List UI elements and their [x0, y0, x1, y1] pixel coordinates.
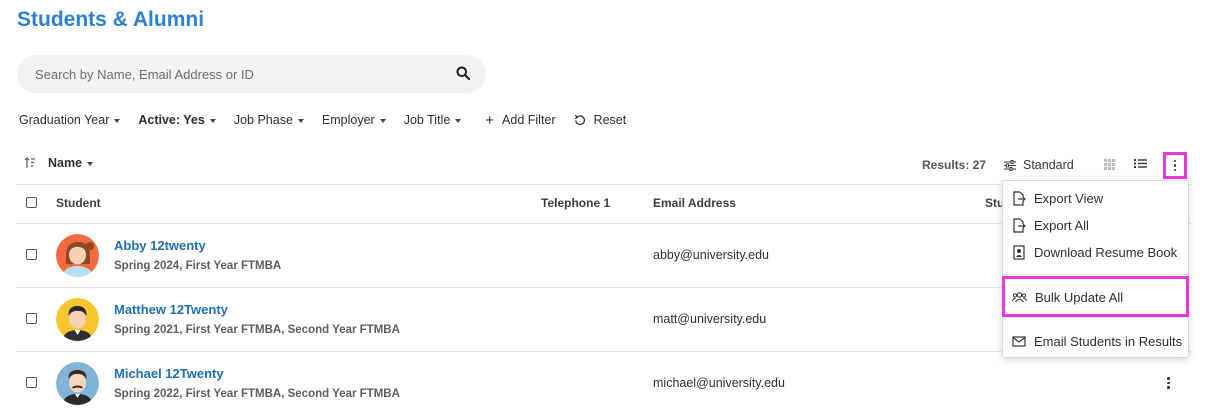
row-checkbox[interactable]: [26, 313, 37, 324]
view-standard-label: Standard: [1023, 158, 1074, 172]
sort-control[interactable]: Name: [24, 156, 94, 170]
reset-button[interactable]: Reset: [574, 113, 627, 127]
caret-down-icon: [297, 118, 304, 123]
envelope-icon: [1012, 336, 1026, 347]
filter-label: Graduation Year: [19, 113, 110, 127]
add-filter-button[interactable]: + Add Filter: [485, 112, 555, 129]
export-icon: [1013, 191, 1026, 206]
student-email: michael@university.edu: [653, 376, 785, 390]
add-filter-label: Add Filter: [502, 113, 556, 127]
menu-item-label: Export View: [1034, 191, 1104, 206]
filter-job-title[interactable]: Job Title: [404, 113, 462, 127]
grid-view-icon[interactable]: [1104, 159, 1115, 170]
highlight-box: [1002, 276, 1189, 317]
student-email: abby@university.edu: [653, 248, 769, 262]
menu-item-download-resume-book[interactable]: Download Resume Book: [1012, 245, 1177, 260]
filter-label: Job Title: [403, 113, 451, 127]
sort-icon[interactable]: [24, 157, 36, 169]
caret-down-icon: [87, 161, 94, 166]
row-more-options-button[interactable]: [1167, 376, 1170, 390]
caret-down-icon: [455, 118, 462, 123]
caret-down-icon: [379, 118, 386, 123]
filter-bar: Graduation Year Active: Yes Job Phase Em…: [19, 112, 627, 129]
plus-icon: +: [485, 111, 495, 129]
export-icon: [1013, 218, 1026, 233]
caret-down-icon: [114, 118, 121, 123]
page-title: Students & Alumni: [17, 8, 205, 31]
menu-item-export-all[interactable]: Export All: [1012, 218, 1089, 233]
more-options-button[interactable]: [1163, 152, 1187, 179]
sort-label: Name: [48, 156, 83, 170]
row-checkbox[interactable]: [26, 377, 37, 388]
reset-icon: [574, 114, 585, 126]
search-bar[interactable]: Search by Name, Email Address or ID: [17, 55, 486, 93]
student-email: matt@university.edu: [653, 312, 767, 326]
menu-item-export-view[interactable]: Export View: [1012, 191, 1103, 206]
menu-divider: [1003, 274, 1188, 275]
filter-label: Employer: [321, 113, 375, 127]
reset-label: Reset: [593, 113, 627, 127]
search-icon[interactable]: [456, 66, 470, 80]
view-standard-button[interactable]: Standard: [1004, 158, 1074, 172]
search-input[interactable]: Search by Name, Email Address or ID: [35, 67, 254, 82]
results-count: Results: 27: [922, 158, 987, 172]
sliders-icon: [1004, 159, 1016, 171]
filter-label: Active: Yes: [138, 113, 205, 127]
caret-down-icon: [209, 118, 216, 123]
column-telephone[interactable]: Telephone 1: [541, 196, 610, 210]
column-student[interactable]: Student: [56, 196, 101, 210]
menu-divider: [1003, 317, 1188, 318]
avatar: [56, 234, 99, 277]
avatar: [56, 362, 99, 405]
select-all-checkbox[interactable]: [26, 197, 37, 208]
filter-employer[interactable]: Employer: [322, 113, 386, 127]
filter-active[interactable]: Active: Yes: [138, 113, 216, 127]
student-subtitle: Spring 2024, First Year FTMBA: [114, 260, 282, 272]
filter-label: Job Phase: [233, 113, 293, 127]
filter-job-phase[interactable]: Job Phase: [234, 113, 304, 127]
student-name-link[interactable]: Abby 12twenty: [114, 238, 206, 253]
resume-book-icon: [1013, 245, 1025, 260]
table-row[interactable]: Michael 12Twenty Spring 2022, First Year…: [0, 352, 1208, 416]
list-view-icon[interactable]: [1134, 158, 1147, 169]
menu-item-label: Email Students in Results: [1034, 334, 1183, 349]
student-name-link[interactable]: Matthew 12Twenty: [114, 302, 228, 317]
menu-item-email-students[interactable]: Email Students in Results: [1012, 334, 1182, 349]
menu-item-label: Export All: [1034, 218, 1089, 233]
column-email[interactable]: Email Address: [653, 196, 736, 210]
options-menu: Export View Export All Download Resume B…: [1002, 180, 1189, 358]
student-name-link[interactable]: Michael 12Twenty: [114, 366, 224, 381]
avatar: [56, 298, 99, 341]
kebab-icon: [1167, 376, 1170, 390]
menu-item-label: Download Resume Book: [1034, 245, 1178, 260]
student-subtitle: Spring 2021, First Year FTMBA, Second Ye…: [114, 324, 400, 336]
row-checkbox[interactable]: [26, 249, 37, 260]
kebab-icon: [1173, 159, 1177, 173]
student-subtitle: Spring 2022, First Year FTMBA, Second Ye…: [114, 388, 400, 400]
filter-graduation-year[interactable]: Graduation Year: [19, 113, 121, 127]
